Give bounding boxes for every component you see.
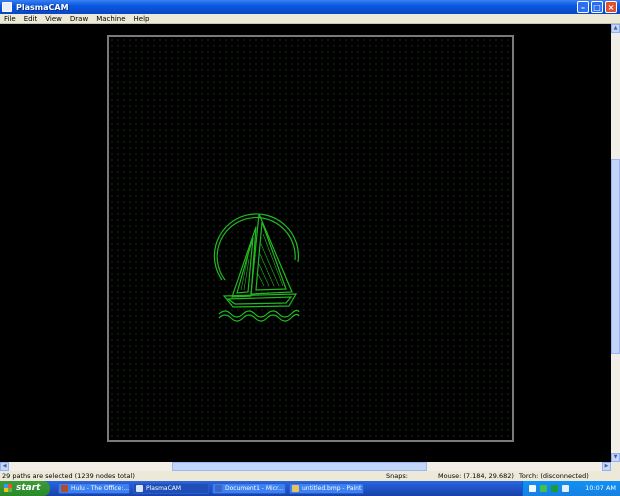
- drawing-canvas[interactable]: [0, 24, 611, 462]
- volume-icon[interactable]: [562, 485, 569, 492]
- clock[interactable]: 10:07 AM: [585, 481, 616, 496]
- scroll-right-arrow-icon[interactable]: ▶: [602, 462, 611, 471]
- status-torch: Torch: (disconnected): [519, 472, 589, 480]
- task-hulu[interactable]: Hulu - The Office:...: [58, 483, 130, 494]
- sun-circle: [213, 213, 300, 281]
- horizontal-scrollbar[interactable]: ◀ ▶: [0, 462, 611, 471]
- system-tray: 10:07 AM: [522, 481, 620, 496]
- minimize-button[interactable]: –: [577, 1, 589, 13]
- menu-bar: File Edit View Draw Machine Help: [0, 14, 620, 24]
- vertical-scroll-thumb[interactable]: [611, 159, 620, 354]
- status-bar: 29 paths are selected (1239 nodes total)…: [0, 471, 620, 481]
- app-icon: [2, 2, 12, 12]
- word-icon: [215, 485, 222, 492]
- horizontal-scroll-thumb[interactable]: [172, 462, 427, 471]
- security-icon[interactable]: [540, 485, 547, 492]
- start-button[interactable]: start: [0, 481, 50, 496]
- paint-icon: [292, 485, 299, 492]
- sailboat-drawing[interactable]: [0, 24, 611, 462]
- vertical-scrollbar[interactable]: ▲ ▼: [611, 24, 620, 462]
- status-mouse: Mouse: (7.184, 29.682): [438, 472, 514, 480]
- window-title: PlasmaCAM: [16, 2, 69, 12]
- network-icon[interactable]: [529, 485, 536, 492]
- browser-icon: [61, 485, 68, 492]
- taskbar: start Hulu - The Office:... PlasmaCAM Do…: [0, 481, 620, 496]
- scroll-up-arrow-icon[interactable]: ▲: [611, 24, 620, 33]
- maximize-button[interactable]: □: [591, 1, 603, 13]
- status-selection: 29 paths are selected (1239 nodes total): [2, 472, 135, 480]
- windows-logo-icon: [4, 484, 12, 492]
- task-paint[interactable]: untitled.bmp - Paint: [289, 483, 364, 494]
- hull: [222, 293, 298, 308]
- menu-machine[interactable]: Machine: [92, 14, 129, 24]
- task-word[interactable]: Document1 - Micr...: [212, 483, 286, 494]
- wave-2: [218, 313, 300, 322]
- task-plasmacam[interactable]: PlasmaCAM: [133, 483, 209, 494]
- wave-1: [218, 309, 300, 318]
- scroll-down-arrow-icon[interactable]: ▼: [611, 453, 620, 462]
- menu-draw[interactable]: Draw: [66, 14, 92, 24]
- menu-file[interactable]: File: [0, 14, 20, 24]
- menu-edit[interactable]: Edit: [20, 14, 42, 24]
- scroll-left-arrow-icon[interactable]: ◀: [0, 462, 9, 471]
- scroll-corner: [611, 462, 620, 471]
- title-bar: PlasmaCAM – □ ×: [0, 0, 620, 14]
- hull-inner: [226, 296, 293, 305]
- menu-view[interactable]: View: [41, 14, 66, 24]
- antivirus-icon[interactable]: [551, 485, 558, 492]
- close-button[interactable]: ×: [605, 1, 617, 13]
- menu-help[interactable]: Help: [130, 14, 154, 24]
- plasmacam-icon: [136, 485, 143, 492]
- status-snaps: Snaps:: [386, 472, 408, 480]
